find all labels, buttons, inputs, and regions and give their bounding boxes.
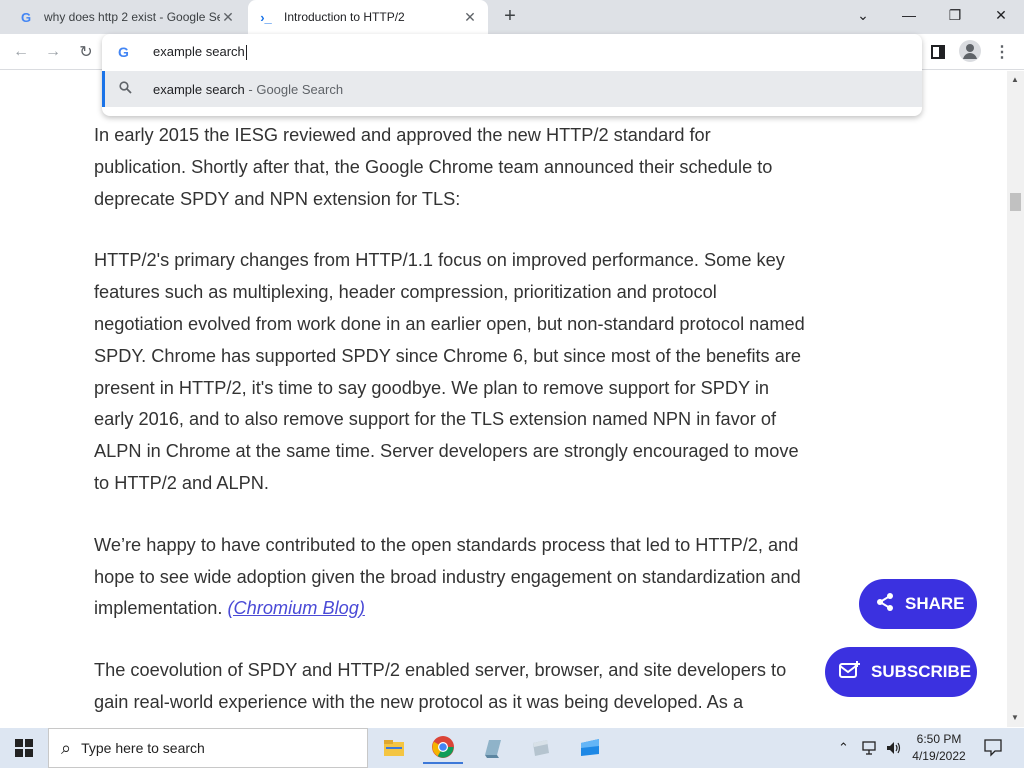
profile-avatar[interactable] (959, 40, 981, 62)
volume-icon[interactable] (886, 728, 902, 768)
taskbar-search[interactable]: ⌕ Type here to search (48, 728, 368, 768)
windows-logo-icon (15, 739, 33, 757)
scrollbar-thumb[interactable] (1010, 193, 1021, 211)
chrome-icon[interactable] (423, 732, 463, 764)
google-g-icon: G (20, 9, 32, 25)
start-button[interactable] (0, 728, 48, 768)
close-icon[interactable]: ✕ (220, 9, 236, 25)
share-button[interactable]: SHARE (859, 579, 977, 629)
reload-button[interactable]: ↻ (75, 41, 97, 63)
chromium-blog-link[interactable]: (Chromium Blog) (227, 598, 364, 618)
app-icon[interactable] (521, 732, 561, 764)
restore-button[interactable]: ❐ (932, 0, 978, 30)
paragraph: The coevolution of SPDY and HTTP/2 enabl… (94, 660, 787, 712)
app-icon[interactable] (472, 732, 512, 764)
minimize-button[interactable]: — (886, 0, 932, 30)
omnibox-suggestion[interactable]: example search - Google Search (102, 71, 922, 107)
page-scrollbar[interactable]: ▲ ▼ (1007, 71, 1024, 727)
article-body: In early 2015 the IESG reviewed and appr… (94, 120, 806, 749)
file-explorer-icon[interactable] (374, 732, 414, 764)
forward-button[interactable]: → (42, 41, 64, 63)
network-icon[interactable] (862, 728, 880, 768)
clock-time: 6:50 PM (916, 732, 962, 746)
subscribe-button[interactable]: SUBSCRIBE (825, 647, 977, 697)
new-tab-button[interactable]: + (499, 5, 521, 27)
close-icon[interactable]: ✕ (462, 9, 478, 25)
menu-dots-icon[interactable]: ⋮ (992, 42, 1012, 62)
mail-plus-icon (839, 660, 861, 685)
tab-search-chevron-icon[interactable]: ⌄ (840, 0, 886, 30)
tab-http2-intro[interactable]: ›_ Introduction to HTTP/2 ✕ (248, 0, 488, 34)
app-icon[interactable] (570, 732, 610, 764)
suggestion-text: example search - Google Search (153, 82, 344, 97)
selection-indicator (102, 71, 105, 107)
share-icon (875, 592, 895, 617)
tab-title: Introduction to HTTP/2 (284, 10, 405, 24)
search-icon: ⌕ (61, 737, 72, 758)
side-panel-icon[interactable] (928, 42, 948, 62)
window-close-button[interactable]: ✕ (978, 0, 1024, 30)
notification-icon[interactable] (983, 737, 1003, 757)
tab-title: why does http 2 exist - Google Se (44, 10, 220, 24)
scroll-down-arrow-icon[interactable]: ▼ (1011, 713, 1019, 722)
paragraph: HTTP/2's primary changes from HTTP/1.1 f… (94, 250, 805, 493)
search-icon (119, 81, 132, 97)
tab-strip: G why does http 2 exist - Google Se ✕ ›_… (0, 0, 1024, 34)
tab-google-search[interactable]: G why does http 2 exist - Google Se ✕ (8, 0, 246, 34)
search-placeholder: Type here to search (81, 740, 205, 756)
web-dev-icon: ›_ (260, 9, 272, 25)
windows-taskbar: ⌕ Type here to search ⌃ 6:50 PM 4/19/202… (0, 728, 1024, 768)
address-bar[interactable]: G example search (102, 34, 922, 70)
google-g-icon: G (118, 44, 129, 60)
paragraph: We’re happy to have contributed to the o… (94, 534, 801, 619)
system-clock[interactable]: 6:50 PM 4/19/2022 (908, 731, 970, 765)
paragraph: In early 2015 the IESG reviewed and appr… (94, 125, 773, 209)
back-button[interactable]: ← (10, 41, 32, 63)
subscribe-label: SUBSCRIBE (871, 662, 972, 681)
omnibox-dropdown: G example search example search - Google… (102, 34, 922, 116)
share-label: SHARE (905, 594, 965, 613)
clock-date: 4/19/2022 (912, 749, 966, 763)
show-hidden-icons[interactable]: ⌃ (838, 728, 849, 768)
scroll-up-arrow-icon[interactable]: ▲ (1011, 75, 1019, 84)
address-input[interactable]: example search (153, 44, 247, 61)
